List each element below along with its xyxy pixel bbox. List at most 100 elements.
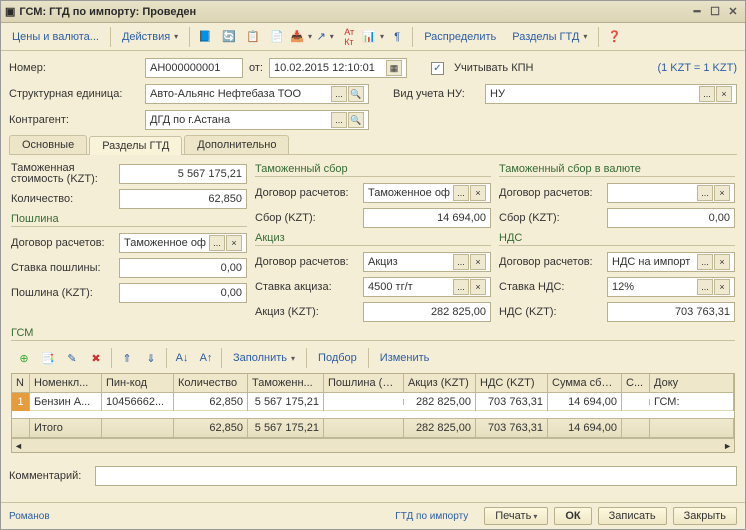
qty-input[interactable]: 62,850 bbox=[119, 189, 247, 209]
fee-fx-label: Сбор (KZT): bbox=[499, 212, 603, 224]
clear-icon[interactable]: × bbox=[716, 86, 732, 102]
delete-icon[interactable]: ✖ bbox=[85, 347, 107, 369]
kpn-label: Учитывать КПН bbox=[454, 62, 534, 74]
fee-fx-contract-input[interactable]: ...× bbox=[607, 183, 735, 203]
tab-sections[interactable]: Разделы ГТД bbox=[89, 136, 182, 155]
rate-note: (1 KZT = 1 KZT) bbox=[657, 62, 737, 74]
add-icon[interactable]: ⊕ bbox=[13, 347, 35, 369]
separator bbox=[412, 27, 413, 47]
separator bbox=[598, 27, 599, 47]
edit-icon[interactable]: ✎ bbox=[61, 347, 83, 369]
cost-label: Таможенная стоимость (KZT): bbox=[11, 163, 115, 185]
maximize-icon[interactable]: ☐ bbox=[707, 5, 723, 19]
fee-fx-input[interactable]: 0,00 bbox=[607, 208, 735, 228]
fee-input[interactable]: 14 694,00 bbox=[363, 208, 491, 228]
basis-icon[interactable]: 📥 bbox=[290, 26, 312, 48]
sortasc-icon[interactable]: A↓ bbox=[171, 347, 193, 369]
view-input[interactable]: НУ...× bbox=[485, 84, 737, 104]
vat-heading: НДС bbox=[499, 232, 735, 246]
separator bbox=[189, 27, 190, 47]
kpn-checkbox[interactable]: ✓ bbox=[431, 62, 444, 75]
lookup-icon[interactable]: 🔍 bbox=[348, 112, 364, 128]
date-input[interactable]: 10.02.2015 12:10:01▦ bbox=[269, 58, 407, 78]
fee-fx-contract-label: Договор расчетов: bbox=[499, 187, 603, 199]
separator bbox=[110, 27, 111, 47]
ok-button[interactable]: ОК bbox=[554, 507, 591, 525]
view-label: Вид учета НУ: bbox=[393, 88, 479, 100]
refresh-icon[interactable]: 🔄 bbox=[218, 26, 240, 48]
status-user[interactable]: Романов bbox=[9, 511, 50, 522]
print-button[interactable]: Печать bbox=[484, 507, 548, 525]
excise-contract-input[interactable]: Акциз...× bbox=[363, 252, 491, 272]
fee-contract-input[interactable]: Таможенное оф...× bbox=[363, 183, 491, 203]
comment-label: Комментарий: bbox=[9, 470, 89, 482]
close-icon[interactable]: ✕ bbox=[725, 5, 741, 19]
qty-label: Количество: bbox=[11, 193, 115, 205]
excise-rate-input[interactable]: 4500 тг/т...× bbox=[363, 277, 491, 297]
dt-kt-icon[interactable]: АтКт bbox=[338, 26, 360, 48]
change-button[interactable]: Изменить bbox=[373, 349, 437, 367]
duty-amount-label: Пошлина (KZT): bbox=[11, 287, 115, 299]
cost-input[interactable]: 5 567 175,21 bbox=[119, 164, 247, 184]
save-button[interactable]: Записать bbox=[598, 507, 667, 525]
contragent-input[interactable]: ДГД по г.Астана...🔍 bbox=[145, 110, 369, 130]
distribute-button[interactable]: Распределить bbox=[417, 28, 503, 46]
addcopy-icon[interactable]: 📑 bbox=[37, 347, 59, 369]
fee-fx-heading: Таможенный сбор в валюте bbox=[499, 163, 735, 177]
create-icon[interactable]: 📄 bbox=[266, 26, 288, 48]
close-button[interactable]: Закрыть bbox=[673, 507, 737, 525]
window-title: ГСМ: ГТД по импорту: Проведен bbox=[15, 6, 687, 18]
select-icon[interactable]: ... bbox=[331, 112, 347, 128]
excise-heading: Акциз bbox=[255, 232, 491, 246]
help-icon[interactable]: ❓ bbox=[603, 26, 625, 48]
vat-rate-input[interactable]: 12%...× bbox=[607, 277, 735, 297]
minimize-icon[interactable]: ━ bbox=[689, 5, 705, 19]
number-input[interactable]: АН000000001 bbox=[145, 58, 243, 78]
grid[interactable]: N Номенкл... Пин-код Количество Таможенн… bbox=[11, 373, 735, 453]
excise-amount-label: Акциз (KZT): bbox=[255, 306, 359, 318]
grid-title: ГСМ bbox=[11, 327, 735, 341]
duty-contract-label: Договор расчетов: bbox=[11, 237, 115, 249]
duty-contract-input[interactable]: Таможенное оф...× bbox=[119, 233, 247, 253]
duty-amount-input[interactable]: 0,00 bbox=[119, 283, 247, 303]
grid-header: N Номенкл... Пин-код Количество Таможенн… bbox=[12, 374, 734, 393]
prices-button[interactable]: Цены и валюта... bbox=[5, 28, 106, 46]
lookup-icon[interactable]: 🔍 bbox=[348, 86, 364, 102]
sortdesc-icon[interactable]: A↑ bbox=[195, 347, 217, 369]
date-picker-icon[interactable]: ▦ bbox=[386, 60, 402, 76]
excise-amount-input[interactable]: 282 825,00 bbox=[363, 302, 491, 322]
select-icon[interactable]: ... bbox=[699, 86, 715, 102]
report-icon[interactable]: 📋 bbox=[242, 26, 264, 48]
duty-rate-input[interactable]: 0,00 bbox=[119, 258, 247, 278]
fill-button[interactable]: Заполнить bbox=[226, 349, 302, 367]
from-label: от: bbox=[249, 62, 263, 74]
number-label: Номер: bbox=[9, 62, 139, 74]
duty-heading: Пошлина bbox=[11, 213, 247, 227]
duty-rate-label: Ставка пошлины: bbox=[11, 262, 115, 274]
vat-amount-input[interactable]: 703 763,31 bbox=[607, 302, 735, 322]
excise-contract-label: Договор расчетов: bbox=[255, 256, 359, 268]
fee-label: Сбор (KZT): bbox=[255, 212, 359, 224]
movedown-icon[interactable]: ⇓ bbox=[140, 347, 162, 369]
unit-input[interactable]: Авто-Альянс Нефтебаза ТОО...🔍 bbox=[145, 84, 369, 104]
h-scrollbar[interactable]: ◄► bbox=[12, 438, 734, 452]
fee-contract-label: Договор расчетов: bbox=[255, 187, 359, 199]
status-mode[interactable]: ГТД по импорту bbox=[395, 511, 468, 522]
post-icon[interactable]: 📘 bbox=[194, 26, 216, 48]
actions-menu[interactable]: Действия bbox=[115, 28, 185, 46]
moveup-icon[interactable]: ⇑ bbox=[116, 347, 138, 369]
comment-input[interactable] bbox=[95, 466, 737, 486]
tab-main[interactable]: Основные bbox=[9, 135, 87, 154]
goto-icon[interactable]: ↗ bbox=[314, 26, 336, 48]
unit-label: Структурная единица: bbox=[9, 88, 139, 100]
fee-heading: Таможенный сбор bbox=[255, 163, 491, 177]
sections-menu[interactable]: Разделы ГТД bbox=[505, 28, 594, 46]
extra-icon[interactable]: ¶ bbox=[386, 26, 408, 48]
struct-icon[interactable]: 📊 bbox=[362, 26, 384, 48]
vat-contract-input[interactable]: НДС на импорт...× bbox=[607, 252, 735, 272]
table-row[interactable]: 1 Бензин А... 10456662... 62,850 5 567 1… bbox=[12, 393, 734, 411]
app-icon: ▣ bbox=[5, 5, 15, 18]
tab-extra[interactable]: Дополнительно bbox=[184, 135, 289, 154]
select-icon[interactable]: ... bbox=[331, 86, 347, 102]
pick-button[interactable]: Подбор bbox=[311, 349, 364, 367]
